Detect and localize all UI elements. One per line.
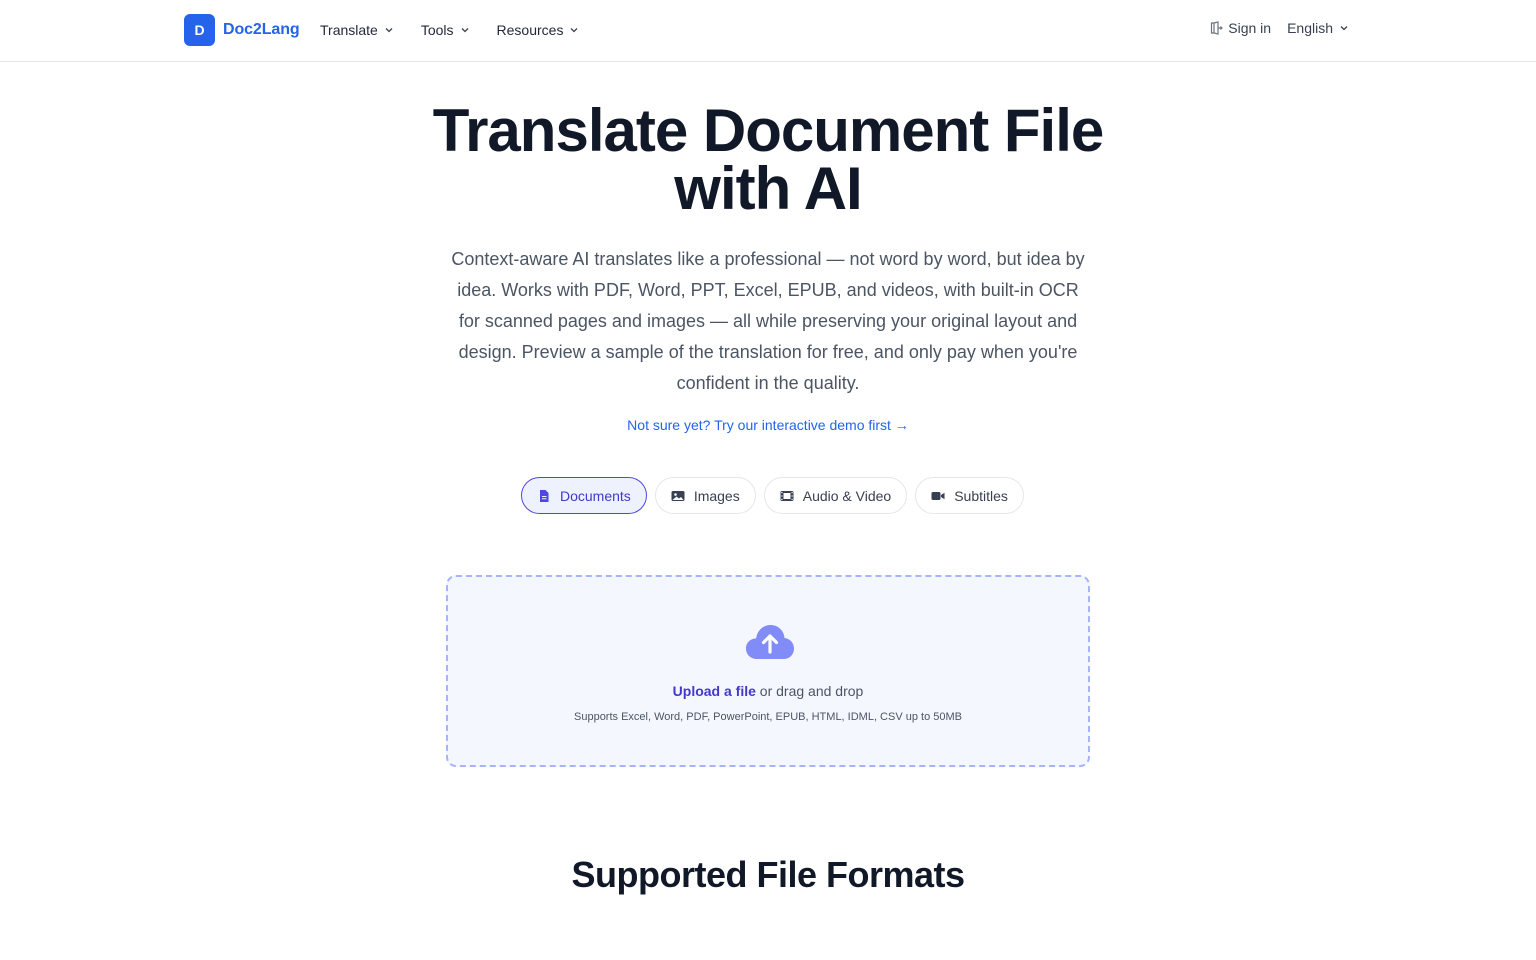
nav-resources[interactable]: Resources [497, 20, 581, 40]
tab-audio-video-label: Audio & Video [802, 487, 892, 504]
sign-in-icon [1208, 20, 1224, 36]
chevron-down-icon [568, 24, 580, 36]
logo-badge: D [184, 14, 215, 46]
file-type-tabs: Documents Images Audio & Video Subtitles [521, 477, 1032, 514]
chevron-down-icon [383, 24, 395, 36]
page-title: Translate Document File with AI [368, 101, 1168, 219]
tab-subtitles[interactable]: Subtitles [915, 477, 1024, 514]
main-nav: Translate Tools Resources [320, 20, 606, 40]
language-label: English [1287, 20, 1333, 36]
logo-link[interactable]: D Doc2Lang [184, 14, 300, 46]
nav-resources-label: Resources [496, 22, 564, 38]
upload-supported-formats: Supports Excel, Word, PDF, PowerPoint, E… [574, 711, 962, 723]
film-icon [780, 489, 794, 503]
chevron-down-icon [459, 24, 471, 36]
tab-images[interactable]: Images [654, 477, 756, 514]
upload-instructions: Upload a file or drag and drop [448, 683, 1088, 699]
page-title-line-2: with AI [674, 155, 862, 222]
hero-description: Context-aware AI translates like a profe… [451, 249, 1085, 393]
image-icon [671, 489, 685, 503]
video-camera-icon [931, 489, 945, 503]
upload-drag-text: or drag and drop [755, 683, 864, 699]
nav-translate[interactable]: Translate [320, 20, 395, 40]
tab-documents-label: Documents [560, 487, 631, 504]
tab-subtitles-label: Subtitles [954, 487, 1008, 504]
header-actions: Sign in English [1208, 20, 1350, 36]
sign-in-button[interactable]: Sign in [1208, 20, 1271, 36]
demo-link[interactable]: Not sure yet? Try our interactive demo f… [568, 417, 968, 433]
logo-text: Doc2Lang [223, 21, 300, 38]
upload-dropzone[interactable]: Upload a file or drag and drop Supports … [446, 575, 1090, 767]
upload-file-link[interactable]: Upload a file [673, 683, 756, 699]
cloud-upload-icon [744, 621, 796, 665]
tab-audio-video[interactable]: Audio & Video [763, 477, 908, 514]
nav-translate-label: Translate [320, 22, 378, 38]
language-selector[interactable]: English [1287, 20, 1350, 36]
tab-images-label: Images [693, 487, 740, 504]
tab-documents[interactable]: Documents [521, 477, 647, 514]
supported-formats-heading: Supported File Formats [571, 854, 965, 895]
nav-tools[interactable]: Tools [421, 20, 471, 40]
top-header: D Doc2Lang Translate Tools Resources Sig… [0, 0, 1536, 62]
sign-in-label: Sign in [1228, 20, 1272, 36]
document-icon [537, 489, 551, 503]
nav-tools-label: Tools [420, 22, 454, 38]
chevron-down-icon [1338, 22, 1350, 34]
page-title-line-1: Translate Document File [432, 97, 1105, 164]
